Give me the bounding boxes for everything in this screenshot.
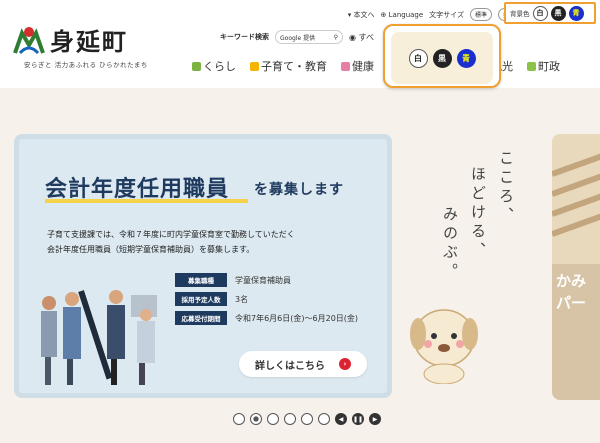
banner-description: 子育て支援課では、令和７年度に町内学童保育室で勤務していただく 会計年度任用職員… xyxy=(47,230,295,254)
popup-blue-button[interactable]: 青 xyxy=(456,48,476,68)
slide-dot-3[interactable] xyxy=(267,413,279,425)
site-logo[interactable]: 身延町 xyxy=(12,22,128,57)
bg-black-button[interactable]: 黒 xyxy=(550,5,566,21)
slide-dot-2[interactable] xyxy=(250,413,262,425)
keyword-search: キーワード検索 Google 提供 ⚲ ◉ すべ xyxy=(220,30,374,44)
language-link[interactable]: ⊕ Language xyxy=(381,11,424,19)
heart-icon xyxy=(341,61,350,71)
side-promo-card[interactable]: かみ パー xyxy=(552,134,600,400)
pause-icon[interactable]: ❚❚ xyxy=(352,413,364,425)
site-header: 身延町 安らぎと 活力あふれる ひらかれたまち ▾ 本文へ ⊕ Language… xyxy=(0,0,600,88)
nav-item-childcare[interactable]: 子育て・教育 xyxy=(250,58,327,74)
hero-text-line2: ほどける、 xyxy=(469,166,487,261)
side-card-text: かみ パー xyxy=(556,272,587,312)
table-row: 募集職種 学童保育補助員 xyxy=(175,273,358,287)
previous-icon[interactable]: ◀ xyxy=(335,413,347,425)
hero-text-line3: みのぶ。 xyxy=(441,206,459,282)
star-icon xyxy=(250,61,259,71)
building-icon xyxy=(527,61,536,71)
site-tagline: 安らぎと 活力あふれる ひらかれたまち xyxy=(24,61,148,69)
slider-pager: ◀ ❚❚ ▶ xyxy=(233,413,381,425)
bg-white-button[interactable]: 白 xyxy=(532,5,548,21)
table-row: 応募受付期間 令和7年6月6日(金)～6月20日(金) xyxy=(175,311,358,325)
search-input[interactable]: Google 提供 ⚲ xyxy=(275,30,343,44)
leaf-icon xyxy=(192,61,201,71)
mascot-character xyxy=(408,298,480,385)
arrow-right-icon: › xyxy=(339,358,351,370)
nav-item-health[interactable]: 健康 xyxy=(341,58,374,74)
search-icon[interactable]: ⚲ xyxy=(334,34,338,41)
table-row: 採用予定人数 3名 xyxy=(175,292,358,306)
skip-to-main-link[interactable]: ▾ 本文へ xyxy=(348,10,375,20)
background-color-selector: 背景色 白 黒 青 xyxy=(504,2,596,24)
bg-color-label: 背景色 xyxy=(510,10,530,18)
slide-dot-5[interactable] xyxy=(301,413,313,425)
recruitment-banner[interactable]: 会計年度任用職員 を募集します 子育て支援課では、令和７年度に町内学童保育室で勤… xyxy=(14,134,392,398)
next-icon[interactable]: ▶ xyxy=(369,413,381,425)
background-color-popup: 白 黒 青 xyxy=(383,24,501,88)
hero-text-line1: こころ、 xyxy=(497,150,515,226)
business-people-illustration xyxy=(39,281,165,391)
banner-title-suffix: を募集します xyxy=(254,182,344,198)
details-button[interactable]: 詳しくはこちら › xyxy=(239,351,367,377)
font-standard-button[interactable]: 標準 xyxy=(469,8,492,21)
main-nav: くらし 子育て・教育 健康 観光 町政 xyxy=(192,58,560,74)
search-label: キーワード検索 xyxy=(220,33,269,41)
site-title: 身延町 xyxy=(50,27,128,56)
town-emblem-icon xyxy=(12,23,46,57)
slide-dot-4[interactable] xyxy=(284,413,296,425)
slide-dot-1[interactable] xyxy=(233,413,245,425)
bg-blue-button[interactable]: 青 xyxy=(568,5,584,21)
nav-item-government[interactable]: 町政 xyxy=(527,58,560,74)
popup-white-button[interactable]: 白 xyxy=(408,48,428,68)
popup-black-button[interactable]: 黒 xyxy=(432,48,452,68)
nav-item-life[interactable]: くらし xyxy=(192,58,236,74)
slide-dot-6[interactable] xyxy=(318,413,330,425)
search-scope-radio[interactable]: ◉ すべ xyxy=(349,32,374,43)
recruitment-details: 募集職種 学童保育補助員 採用予定人数 3名 応募受付期間 令和7年6月6日(金)～6… xyxy=(175,273,358,325)
font-size-label: 文字サイズ xyxy=(429,10,464,19)
utility-bar: ▾ 本文へ ⊕ Language 文字サイズ 標準 拡大 xyxy=(348,8,520,21)
banner-title: 会計年度任用職員 xyxy=(45,177,230,202)
